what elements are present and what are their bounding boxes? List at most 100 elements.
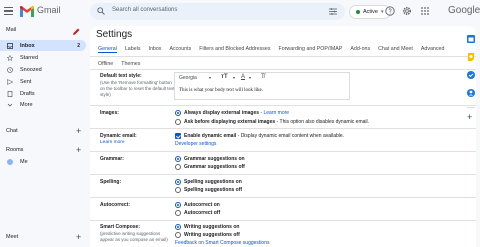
spelling-off-option[interactable]: Spelling suggestions off — [184, 187, 242, 193]
dynamic-email-checkbox[interactable] — [175, 133, 181, 139]
autocorrect-label: Autocorrect: — [100, 202, 131, 208]
calendar-icon[interactable] — [466, 34, 476, 44]
font-select[interactable]: Georgia — [179, 75, 197, 81]
divider — [467, 107, 475, 108]
smart-compose-label: Smart Compose: — [100, 224, 141, 230]
chevron-down-icon: ▾ — [380, 9, 384, 15]
font-size-icon[interactable]: тT — [221, 74, 228, 80]
main-menu-icon[interactable] — [4, 7, 13, 15]
tab-addons[interactable]: Add-ons — [350, 46, 370, 53]
smart-compose-off-radio[interactable] — [175, 232, 181, 238]
images-always-radio[interactable] — [175, 110, 181, 116]
gmail-settings-window: Gmail Search all conversations Active ▾ — [0, 0, 480, 247]
room-item-me[interactable]: Me — [0, 156, 86, 167]
remove-formatting-icon[interactable]: T̸ — [261, 74, 265, 80]
add-chat-plus-icon[interactable]: + — [76, 127, 81, 136]
app-name: Gmail — [37, 4, 61, 15]
sidebar-item-label: Drafts — [20, 90, 35, 97]
images-ask-option[interactable]: Ask before displaying external images - … — [184, 119, 369, 125]
images-ask-radio[interactable] — [175, 119, 181, 125]
gmail-logo[interactable]: Gmail — [20, 4, 61, 17]
status-label: Active — [363, 9, 378, 15]
meet-section-label[interactable]: Meet — [6, 234, 18, 240]
sidebar-item-more[interactable]: More — [0, 99, 86, 110]
chevron-down-icon: ▾ — [209, 75, 212, 80]
settings-gear-icon[interactable] — [402, 6, 412, 16]
keep-icon[interactable] — [466, 52, 476, 62]
tab-chat-meet[interactable]: Chat and Meet — [378, 46, 413, 53]
compose-pencil-icon[interactable] — [70, 26, 82, 38]
autocorrect-off-option[interactable]: Autocorrect off — [184, 210, 220, 216]
tab-filters[interactable]: Filters and Blocked Addresses — [199, 46, 270, 53]
divider — [90, 128, 476, 129]
chevron-down-icon — [7, 103, 13, 106]
grammar-off-option[interactable]: Grammar suggestions off — [184, 164, 245, 170]
apps-grid-icon[interactable] — [420, 6, 430, 16]
tab-advanced[interactable]: Advanced — [421, 46, 445, 53]
dynamic-email-option: Enable dynamic email - Display dynamic e… — [184, 133, 345, 139]
developer-settings-link[interactable]: Developer settings — [175, 141, 216, 147]
smart-compose-hint: (predictive writing suggestions appear a… — [100, 231, 168, 242]
chevron-down-icon: ▾ — [249, 75, 252, 80]
unread-count: 2 — [77, 42, 80, 49]
add-room-plus-icon[interactable]: + — [76, 146, 81, 155]
images-learn-more-link[interactable]: Learn more — [264, 110, 290, 116]
clock-icon — [7, 66, 13, 73]
tab-themes[interactable]: Themes — [121, 61, 140, 67]
sidebar-item-snoozed[interactable]: Snoozed — [0, 64, 86, 75]
spelling-on-option[interactable]: Spelling suggestions on — [184, 179, 242, 185]
tab-inbox[interactable]: Inbox — [148, 46, 161, 53]
search-input[interactable]: Search all conversations — [112, 7, 177, 13]
top-bar: Gmail Search all conversations Active ▾ — [0, 0, 480, 24]
tab-labels[interactable]: Labels — [125, 46, 141, 53]
smart-compose-feedback-link[interactable]: Feedback on Smart Compose suggestions — [175, 240, 270, 246]
sidebar-item-inbox[interactable]: Inbox 2 — [0, 40, 86, 51]
search-options-icon[interactable] — [329, 8, 337, 15]
text-color-icon[interactable]: A — [241, 74, 245, 80]
search-bar[interactable]: Search all conversations — [90, 3, 345, 20]
get-addons-plus-icon[interactable]: + — [467, 113, 472, 122]
gmail-m-icon — [20, 4, 34, 17]
draft-icon — [7, 90, 13, 97]
svg-text:?: ? — [388, 9, 392, 15]
sidebar-item-label: Snoozed — [20, 66, 42, 73]
tab-accounts[interactable]: Accounts — [169, 46, 191, 53]
spelling-off-radio[interactable] — [175, 187, 181, 193]
autocorrect-on-option[interactable]: Autocorrect on — [184, 202, 220, 208]
images-always-option[interactable]: Always display external images - Learn m… — [184, 110, 289, 116]
divider — [90, 69, 476, 70]
tab-forwarding[interactable]: Forwarding and POP/IMAP — [278, 46, 342, 53]
chat-section-label[interactable]: Chat — [6, 128, 18, 134]
autocorrect-off-radio[interactable] — [175, 210, 181, 216]
sidebar-item-starred[interactable]: Starred — [0, 52, 86, 63]
avatar — [7, 158, 13, 165]
grammar-on-option[interactable]: Grammar suggestions on — [184, 156, 245, 162]
tab-offline[interactable]: Offline — [98, 61, 113, 67]
sidebar-item-drafts[interactable]: Drafts — [0, 88, 86, 99]
grammar-on-radio[interactable] — [175, 156, 181, 162]
grammar-off-radio[interactable] — [175, 164, 181, 170]
sidebar-item-label: Starred — [20, 54, 39, 61]
sidebar-item-label: Sent — [20, 78, 32, 85]
smart-compose-off-option[interactable]: Writing suggestions off — [184, 232, 240, 238]
autocorrect-on-radio[interactable] — [175, 202, 181, 208]
tasks-icon[interactable] — [466, 70, 476, 80]
search-icon[interactable] — [97, 7, 105, 15]
smart-compose-on-radio[interactable] — [175, 224, 181, 230]
contacts-icon[interactable] — [466, 88, 476, 98]
text-style-sample: This is what your body text will look li… — [179, 88, 264, 93]
add-meet-plus-icon[interactable]: + — [76, 233, 81, 242]
rooms-section-label[interactable]: Rooms — [6, 147, 23, 153]
dynamic-email-learn-more-link[interactable]: Learn more — [100, 140, 125, 145]
default-text-style-label: Default text style: — [100, 73, 142, 79]
google-account-brand[interactable]: Google — [448, 5, 480, 16]
inbox-icon — [7, 42, 13, 49]
text-style-editor[interactable]: Georgia ▾ тT ▾ A ▾ T̸ This is what your … — [174, 72, 350, 100]
tab-general[interactable]: General — [98, 46, 117, 53]
images-label: Images: — [100, 110, 119, 116]
help-icon[interactable]: ? — [385, 6, 395, 16]
smart-compose-on-option[interactable]: Writing suggestions on — [184, 224, 239, 230]
divider — [90, 56, 476, 57]
spelling-on-radio[interactable] — [175, 179, 181, 185]
sidebar-item-sent[interactable]: Sent — [0, 76, 86, 87]
